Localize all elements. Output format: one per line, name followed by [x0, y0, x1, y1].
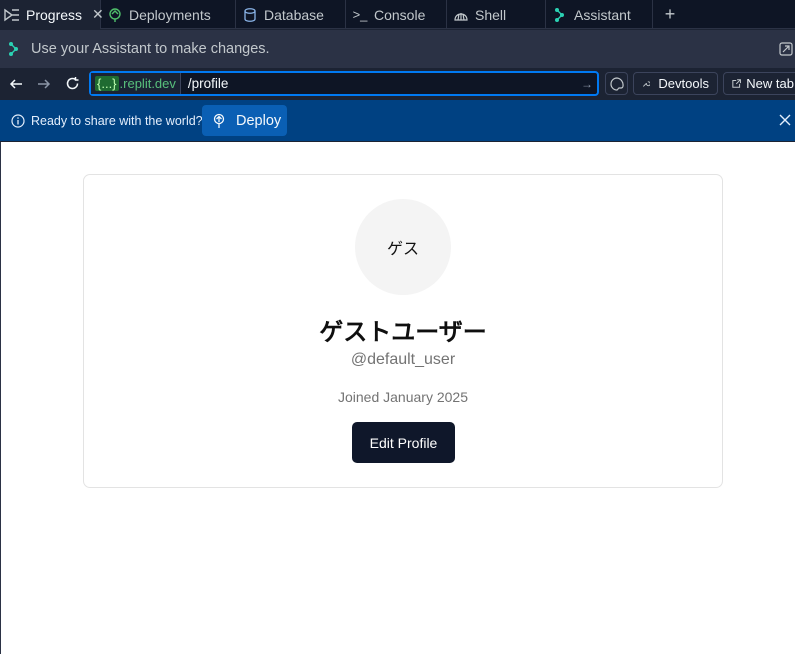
go-arrow-icon[interactable]: →: [577, 77, 597, 91]
workspace-tab-bar: Progress ✕ Deployments Database >_ Conso…: [0, 0, 795, 29]
add-tab-button[interactable]: +: [653, 0, 687, 29]
assistant-icon: [8, 42, 22, 56]
expand-icon[interactable]: [779, 42, 793, 56]
url-field[interactable]: {...} .replit.dev /profile →: [89, 71, 599, 96]
profile-card: ゲス ゲストユーザー @default_user Joined January …: [83, 174, 723, 488]
info-icon: [11, 113, 25, 128]
profile-handle: @default_user: [350, 351, 456, 368]
close-icon[interactable]: [778, 113, 792, 127]
devtools-button[interactable]: Devtools: [633, 72, 718, 95]
tab-label: Deployments: [129, 6, 211, 23]
arrow-left-icon: [9, 78, 22, 89]
domain-suffix: .replit.dev: [119, 76, 176, 91]
tab-label: Shell: [475, 6, 507, 23]
avatar: ゲス: [355, 199, 451, 295]
theme-button[interactable]: [605, 72, 628, 95]
tab-assistant[interactable]: Assistant: [546, 0, 653, 29]
devtools-label: Devtools: [658, 76, 709, 91]
tab-database[interactable]: Database: [236, 0, 346, 29]
palette-icon: [609, 76, 624, 91]
progress-icon: [4, 7, 20, 23]
preview-page: ゲス ゲストユーザー @default_user Joined January …: [1, 142, 795, 654]
back-button[interactable]: [2, 70, 30, 98]
tab-deployments[interactable]: Deployments: [101, 0, 236, 29]
tab-label: Assistant: [574, 6, 631, 23]
assistant-prompt-bar[interactable]: Use your Assistant to make changes.: [0, 30, 795, 68]
profile-name: ゲストユーザー: [319, 318, 487, 346]
domain-chip: {...} .replit.dev: [91, 73, 181, 94]
tab-label: Database: [264, 6, 324, 23]
new-tab-button[interactable]: New tab: [723, 72, 795, 95]
tab-label: Console: [374, 6, 426, 23]
url-path-input[interactable]: /profile: [181, 76, 577, 91]
shell-icon: [453, 7, 469, 23]
deploy-icon: [213, 113, 225, 128]
reload-icon: [66, 77, 78, 90]
reload-button[interactable]: [58, 70, 86, 98]
tab-shell[interactable]: Shell: [447, 0, 546, 29]
forward-button[interactable]: [30, 70, 58, 98]
tab-label: Progress: [26, 6, 83, 23]
profile-joined-date: Joined January 2025: [338, 389, 468, 405]
assistant-prompt-text: Use your Assistant to make changes.: [31, 41, 270, 57]
deploy-button[interactable]: Deploy: [202, 105, 287, 136]
new-tab-label: New tab: [746, 76, 794, 91]
wrench-icon: [642, 81, 651, 87]
edit-profile-button[interactable]: Edit Profile: [352, 422, 455, 463]
console-icon: >_: [352, 7, 368, 22]
deploy-label: Deploy: [236, 112, 282, 129]
tab-console[interactable]: >_ Console: [346, 0, 447, 29]
database-icon: [242, 7, 258, 23]
arrow-right-icon: [38, 78, 51, 89]
deployments-icon: [107, 7, 123, 23]
external-link-icon: [732, 79, 741, 88]
preview-address-bar: {...} .replit.dev /profile → Devtools Ne…: [0, 68, 795, 99]
tab-progress[interactable]: Progress ✕: [0, 0, 104, 29]
deploy-banner: Ready to share with the world? Deploy: [0, 100, 795, 141]
assistant-icon: [552, 7, 568, 23]
domain-prefix: {...}: [95, 76, 119, 91]
banner-message: Ready to share with the world?: [31, 113, 203, 128]
